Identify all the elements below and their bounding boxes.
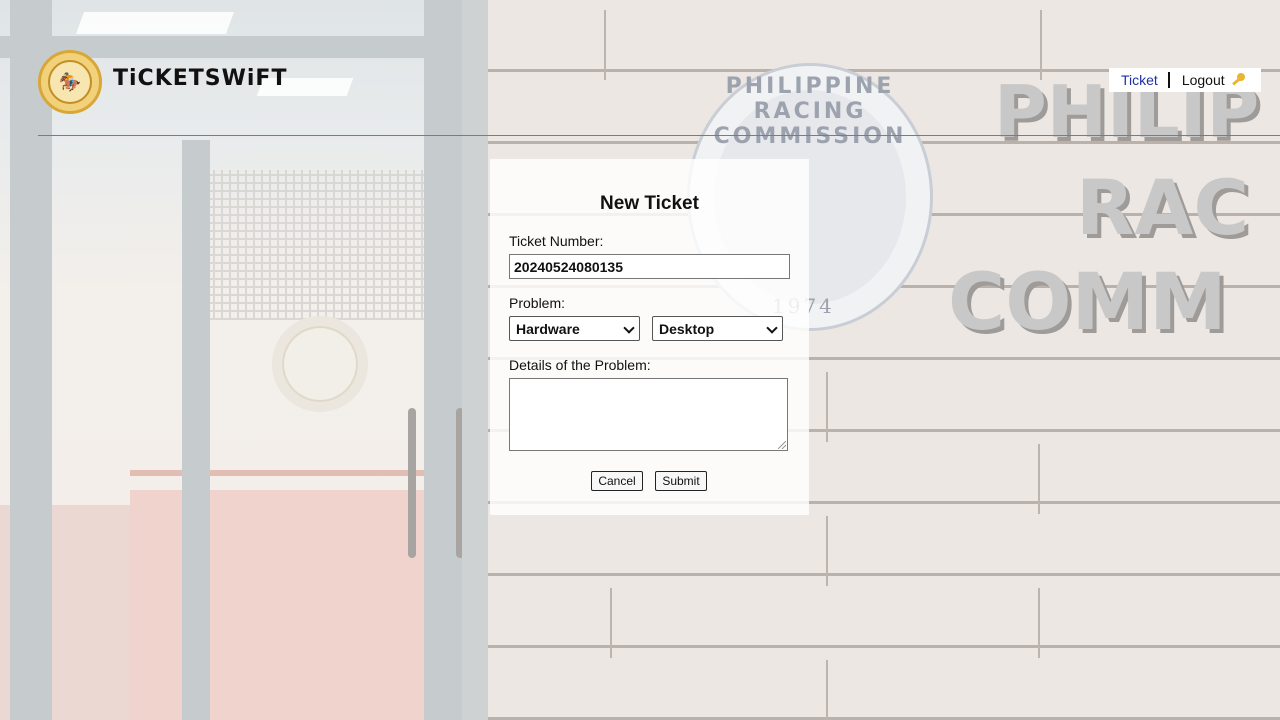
window-grille <box>205 170 435 320</box>
pink-wall-panel <box>130 490 430 720</box>
logo-seal-icon: 🏇 <box>38 50 102 114</box>
details-label: Details of the Problem: <box>509 357 651 373</box>
wall-letters-line-3: COMM <box>948 258 1227 348</box>
glass-door-frame <box>182 140 210 720</box>
door-handle <box>408 408 416 558</box>
submit-button[interactable]: Submit <box>655 471 707 491</box>
plank-joint <box>610 588 612 658</box>
door-edge <box>462 0 488 720</box>
wall-seal-text: PHILIPPINE RACING COMMISSION <box>713 74 907 149</box>
wall-seal-small <box>272 316 368 412</box>
header-divider <box>38 135 1280 136</box>
problem-type-select[interactable]: Desktop <box>652 316 783 341</box>
cancel-button[interactable]: Cancel <box>591 471 643 491</box>
ticket-number-label: Ticket Number: <box>509 233 604 249</box>
problem-label: Problem: <box>509 295 566 311</box>
plank-joint <box>826 516 828 586</box>
key-icon[interactable] <box>1231 73 1245 87</box>
plank-joint <box>604 10 606 80</box>
plank-joint <box>826 372 828 442</box>
wall-stripe <box>130 470 430 476</box>
chevron-down-icon <box>623 322 635 334</box>
ceiling-light <box>75 12 235 34</box>
plank-joint <box>1038 444 1040 514</box>
ticket-number-input[interactable]: 20240524080135 <box>509 254 790 279</box>
resize-grip-icon[interactable] <box>778 441 786 449</box>
top-nav: Ticket Logout <box>1109 68 1261 92</box>
form-title: New Ticket <box>600 193 699 214</box>
glass-door-frame <box>424 0 464 720</box>
glass-door-frame <box>10 0 52 720</box>
chevron-down-icon <box>766 322 778 334</box>
plank-joint <box>826 660 828 720</box>
problem-type-value: Desktop <box>659 320 715 337</box>
details-textarea[interactable] <box>509 378 788 451</box>
plank-joint <box>1038 588 1040 658</box>
nav-separator <box>1167 72 1170 88</box>
horseshoe-icon: 🏇 <box>48 60 92 104</box>
wall-letters-line-2: RAC <box>1076 163 1250 252</box>
problem-category-value: Hardware <box>516 320 580 337</box>
problem-category-select[interactable]: Hardware <box>509 316 640 341</box>
brand-name: TiCKETSWiFT <box>113 66 288 91</box>
nav-ticket-link[interactable]: Ticket <box>1121 72 1158 88</box>
nav-logout-link[interactable]: Logout <box>1182 72 1225 88</box>
